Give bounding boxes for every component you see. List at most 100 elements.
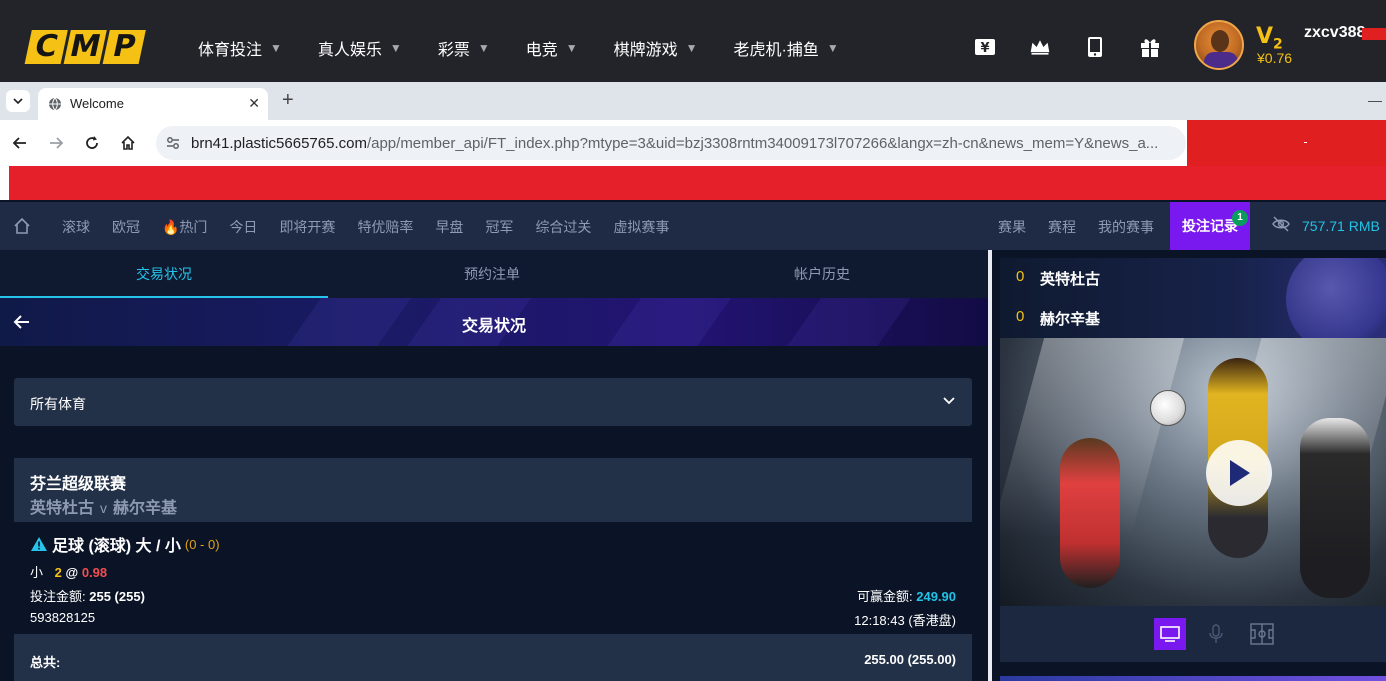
forward-arrow-icon[interactable] xyxy=(45,132,67,154)
nav-my-events[interactable]: 我的赛事 xyxy=(1098,217,1154,237)
nav-item-card-games[interactable]: 棋牌游戏 ▼ xyxy=(614,36,698,60)
match-teams: 英特杜古 v 赫尔辛基 xyxy=(30,494,177,518)
nav-item-lottery[interactable]: 彩票 ▼ xyxy=(438,36,490,60)
football-image xyxy=(1150,390,1186,426)
bet-count-badge: 1 xyxy=(1232,210,1248,226)
eye-off-icon[interactable] xyxy=(1272,216,1290,237)
bet-ticket: 足球 (滚球) 大 / 小 (0 - 0) 小 2 @ 0.98 投注金额: 2… xyxy=(14,522,972,634)
site-header: C M P 体育投注 ▼ 真人娱乐 ▼ 彩票 ▼ 电竞 ▼ 棋牌游戏 ▼ 老虎机·捕鱼 ▼ … xyxy=(0,0,1386,82)
logo-letter: P xyxy=(102,29,146,64)
main-nav: 体育投注 ▼ 真人娱乐 ▼ 彩票 ▼ 电竞 ▼ 棋牌游戏 ▼ 老虎机·捕鱼 ▼ xyxy=(198,36,875,60)
back-arrow-icon[interactable] xyxy=(9,132,31,154)
potential-win: 可赢金额: 249.90 xyxy=(856,589,956,604)
home-score: 0 xyxy=(1016,268,1025,285)
nav-virtual[interactable]: 虚拟赛事 xyxy=(613,217,669,237)
bet-time: 12:18:43 (香港盘) xyxy=(854,613,956,628)
nav-early[interactable]: 早盘 xyxy=(435,217,463,237)
bet-score: (0 - 0) xyxy=(184,536,220,552)
browser-tab-bar: Welcome ✕ + — xyxy=(0,82,1386,120)
nav-label: 体育投注 xyxy=(198,42,263,59)
bet-status-panel: 交易状况 预约注单 帐户历史 交易状况 所有体育 芬兰超级联赛 英特杜古 v 赫尔辛… xyxy=(0,250,988,681)
home-score-row: 0 英特杜古 xyxy=(1016,268,1100,289)
tab-scheduled-bets[interactable]: 预约注单 xyxy=(328,250,656,298)
play-icon[interactable] xyxy=(1206,440,1272,506)
user-avatar[interactable] xyxy=(1194,20,1244,70)
header-icons: ¥ xyxy=(974,36,1161,58)
page-title: 交易状况 xyxy=(461,318,526,335)
live-stream-player[interactable] xyxy=(1000,338,1386,606)
close-icon[interactable]: ✕ xyxy=(248,95,260,112)
browser-tab[interactable]: Welcome ✕ xyxy=(38,88,268,120)
league-name: 芬兰超级联赛 xyxy=(30,476,127,493)
vs-label: v xyxy=(100,500,108,516)
bet-selection: 小 2 @ 0.98 xyxy=(30,562,107,581)
bet-record-button[interactable]: 投注记录 1 xyxy=(1170,202,1250,250)
nav-boosted-odds[interactable]: 特优赔率 xyxy=(357,217,413,237)
home-icon[interactable] xyxy=(117,132,139,154)
bet-id: 593828125 xyxy=(30,610,96,625)
section-banner: 交易状况 xyxy=(0,298,988,346)
selection-side: 小 xyxy=(30,565,44,580)
reload-icon[interactable] xyxy=(81,132,103,154)
away-team: 赫尔辛基 xyxy=(1040,311,1101,328)
chevron-down-icon: ▼ xyxy=(270,41,282,55)
username[interactable]: zxcv388 xyxy=(1304,24,1365,42)
yen-wallet-icon[interactable]: ¥ xyxy=(974,36,996,58)
tab-account-history[interactable]: 帐户历史 xyxy=(658,250,986,298)
away-team: 赫尔辛基 xyxy=(113,500,178,517)
home-icon[interactable] xyxy=(12,216,32,241)
mobile-icon[interactable] xyxy=(1084,36,1106,58)
nav-today[interactable]: 今日 xyxy=(229,217,257,237)
sport-filter-select[interactable]: 所有体育 xyxy=(14,378,972,426)
address-bar[interactable]: brn41.plastic5665765.com/app/member_api/… xyxy=(156,126,1186,160)
redaction-mark xyxy=(1362,28,1386,40)
chevron-down-icon: ▼ xyxy=(565,41,578,55)
bet-record-label: 投注记录 xyxy=(1182,218,1238,234)
svg-text:¥: ¥ xyxy=(980,41,989,56)
site-info-icon[interactable] xyxy=(164,134,182,152)
nav-champions-league[interactable]: 欧冠 xyxy=(112,217,140,237)
redaction-mark xyxy=(1187,120,1386,166)
nav-hot[interactable]: 🔥热门 xyxy=(162,217,207,237)
url-text: brn41.plastic5665765.com/app/member_api/… xyxy=(191,135,1159,152)
stake-amount: 投注金额: 255 (255) xyxy=(30,589,145,604)
pitch-icon[interactable] xyxy=(1246,618,1278,650)
gift-icon[interactable] xyxy=(1139,36,1161,58)
stream-controls xyxy=(1000,606,1386,662)
tab-transaction-status[interactable]: 交易状况 xyxy=(0,250,328,298)
nav-item-live-casino[interactable]: 真人娱乐 ▼ xyxy=(318,36,402,60)
nav-parlay[interactable]: 综合过关 xyxy=(535,217,591,237)
nav-label: 棋牌游戏 xyxy=(613,42,678,59)
nav-outright[interactable]: 冠军 xyxy=(485,217,513,237)
new-tab-button[interactable]: + xyxy=(282,90,294,110)
logo-letter: C xyxy=(24,29,68,64)
total-label: 总共: xyxy=(30,655,61,670)
nav-in-play[interactable]: 滚球 xyxy=(62,217,90,237)
away-score-row: 0 赫尔辛基 xyxy=(1016,308,1100,329)
chevron-down-icon: ▼ xyxy=(477,41,490,55)
nav-schedule[interactable]: 赛程 xyxy=(1048,217,1076,237)
match-header: 芬兰超级联赛 英特杜古 v 赫尔辛基 xyxy=(14,458,972,522)
chevron-down-icon: ▼ xyxy=(826,41,839,55)
selection-odds: 0.98 xyxy=(81,565,108,580)
nav-item-slots-fishing[interactable]: 老虎机·捕鱼 ▼ xyxy=(734,36,839,60)
record-tabs: 交易状况 预约注单 帐户历史 xyxy=(0,250,988,298)
site-logo[interactable]: C M P xyxy=(24,29,146,66)
chevron-down-icon xyxy=(943,397,955,405)
nav-results[interactable]: 赛果 xyxy=(998,217,1026,237)
nav-item-esports[interactable]: 电竞 ▼ xyxy=(526,36,578,60)
tab-search-button[interactable] xyxy=(6,90,30,112)
sport-filter-value: 所有体育 xyxy=(30,396,86,412)
total-row: 总共: 255.00 (255.00) xyxy=(14,634,972,681)
microphone-icon[interactable] xyxy=(1200,618,1232,650)
nav-item-sports[interactable]: 体育投注 ▼ xyxy=(198,36,282,60)
tv-icon[interactable] xyxy=(1154,618,1186,650)
total-value: 255.00 (255.00) xyxy=(864,652,956,667)
at-symbol: @ xyxy=(65,565,79,580)
nav-starting-soon[interactable]: 即将开赛 xyxy=(279,217,335,237)
header-balance: ¥0.76 xyxy=(1257,50,1293,66)
minimize-button[interactable]: — xyxy=(1368,92,1382,108)
crown-icon[interactable] xyxy=(1029,36,1051,58)
bet-market: 足球 (滚球) 大 / 小 (0 - 0) xyxy=(30,532,220,556)
scoreboard: 0 英特杜古 0 赫尔辛基 xyxy=(1000,258,1386,338)
